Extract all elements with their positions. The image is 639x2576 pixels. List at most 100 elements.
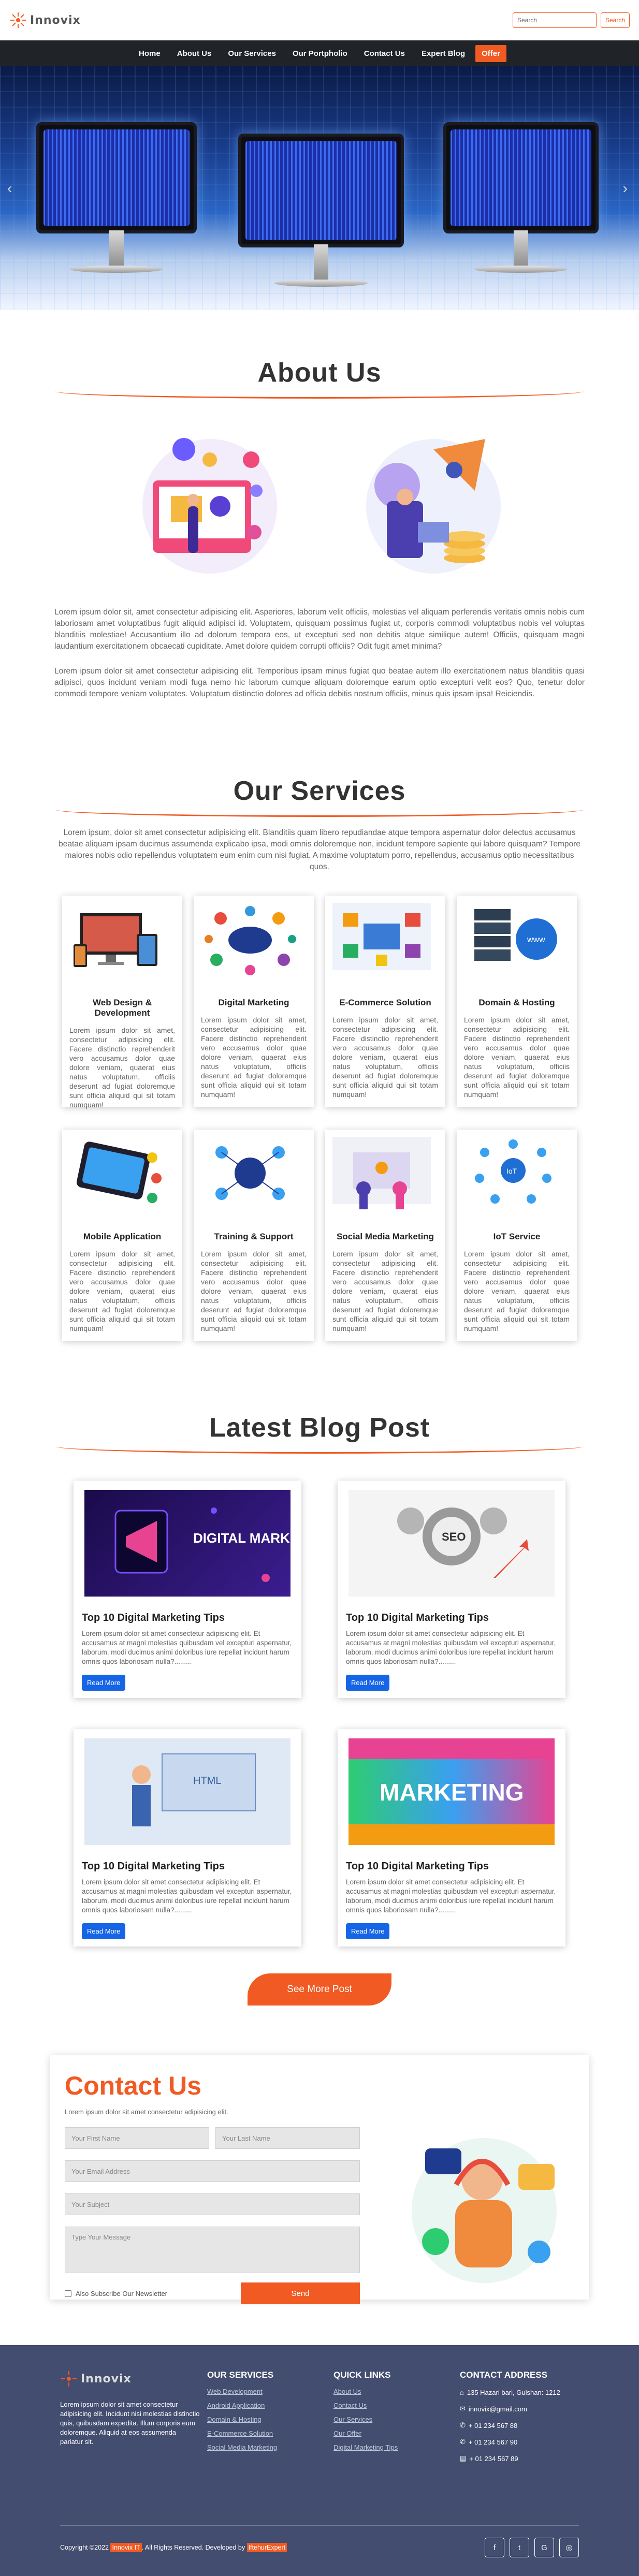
message-field[interactable]: Type Your Message: [65, 2227, 360, 2273]
footer-about: Innovix Lorem ipsum dolor sit amet conse…: [60, 2370, 200, 2463]
footer-quick-link[interactable]: Contact Us: [333, 2402, 453, 2409]
search-input[interactable]: [513, 12, 597, 28]
facebook-icon[interactable]: f: [485, 2538, 504, 2557]
service-title: Domain & Hosting: [478, 998, 555, 1007]
footer-service-link[interactable]: Android Application: [207, 2402, 326, 2409]
last-name-field[interactable]: Your Last Name: [215, 2127, 360, 2149]
read-more-button[interactable]: Read More: [346, 1923, 390, 1939]
nav-home[interactable]: Home: [133, 45, 167, 62]
service-title: Training & Support: [214, 1232, 294, 1241]
footer-phone[interactable]: ✆ + 01 234 567 88: [460, 2421, 579, 2429]
footer-columns: Innovix Lorem ipsum dolor sit amet conse…: [60, 2370, 579, 2463]
social-links: f t G ◎: [485, 2538, 579, 2557]
see-more-post-button[interactable]: See More Post: [248, 1973, 391, 2006]
footer-quick-link[interactable]: Digital Marketing Tips: [333, 2443, 453, 2451]
footer-contact-heading: CONTACT ADDRESS: [460, 2370, 548, 2380]
read-more-button[interactable]: Read More: [346, 1675, 390, 1691]
nav-offer[interactable]: Offer: [475, 45, 506, 62]
footer-quick-link[interactable]: About Us: [333, 2388, 453, 2395]
nav-blog[interactable]: Expert Blog: [415, 45, 471, 62]
service-card-web-design[interactable]: Web Design & Development Lorem ipsum dol…: [62, 896, 182, 1109]
blog-post-title[interactable]: Top 10 Digital Marketing Tips: [346, 1612, 557, 1624]
newsletter-option[interactable]: Also Subscribe Our Newsletter: [65, 2290, 167, 2297]
footer-quick-link[interactable]: Our Services: [333, 2416, 453, 2423]
twitter-icon[interactable]: t: [510, 2538, 529, 2557]
service-text: Lorem ipsum dolor sit amet, consectetur …: [464, 1250, 570, 1333]
instagram-icon[interactable]: ◎: [559, 2538, 579, 2557]
contact-form: Contact Us Lorem ipsum dolor sit amet co…: [65, 2071, 360, 2304]
send-button[interactable]: Send: [241, 2282, 360, 2304]
service-text: Lorem ipsum dolor sit amet, consectetur …: [201, 1016, 307, 1099]
footer-service-link[interactable]: Web Development: [207, 2388, 326, 2395]
subject-field[interactable]: Your Subject: [65, 2193, 360, 2215]
service-title: Web Design & Development: [93, 998, 152, 1018]
blog-section: Latest Blog Post DIGITAL MARKETING Top 1…: [0, 1341, 639, 2006]
about-text: Lorem ipsum dolor sit, amet consectetur …: [54, 607, 585, 700]
title-underline: [55, 1446, 584, 1454]
blog-post-title[interactable]: Top 10 Digital Marketing Tips: [82, 1861, 293, 1872]
copyright-text: Copyright ©2022 Innovix IT. All Rights R…: [60, 2543, 287, 2552]
blog-card: DIGITAL MARKETING Top 10 Digital Marketi…: [74, 1481, 301, 1698]
blog-image-text: DIGITAL MARKETING: [193, 1530, 291, 1546]
read-more-button[interactable]: Read More: [82, 1675, 126, 1691]
footer-service-link[interactable]: Domain & Hosting: [207, 2416, 326, 2423]
nav-about[interactable]: About Us: [171, 45, 218, 62]
service-title: IoT Service: [493, 1232, 541, 1241]
about-illustrations: [0, 429, 639, 580]
footer-email[interactable]: ✉ innovix@gmail.com: [460, 2405, 579, 2413]
google-icon[interactable]: G: [534, 2538, 554, 2557]
logo-mark-icon: [61, 2371, 77, 2387]
hero-next-arrow-icon[interactable]: ›: [623, 180, 628, 197]
services-section: Our Services Lorem ipsum, dolor sit amet…: [0, 713, 639, 1341]
blog-post-title[interactable]: Top 10 Digital Marketing Tips: [346, 1861, 557, 1872]
nav-portfolio[interactable]: Our Portpholio: [286, 45, 354, 62]
footer-phone[interactable]: ✆ + 01 234 567 90: [460, 2438, 579, 2446]
service-card-ecommerce[interactable]: E-Commerce Solution Lorem ipsum dolor si…: [325, 896, 445, 1107]
service-card-iot[interactable]: IoT IoT Service Lorem ipsum dolor sit am…: [457, 1130, 577, 1341]
contact-subtitle: Lorem ipsum dolor sit amet consectetur a…: [65, 2108, 228, 2116]
svg-text:IoT: IoT: [506, 1167, 517, 1175]
brand-name: Innovix: [30, 13, 81, 27]
service-card-social-media[interactable]: Social Media Marketing Lorem ipsum dolor…: [325, 1130, 445, 1341]
hero-monitor-center: [238, 134, 404, 287]
nav-contact[interactable]: Contact Us: [358, 45, 411, 62]
service-text: Lorem ipsum dolor sit amet, consectetur …: [201, 1250, 307, 1333]
footer-service-link[interactable]: Social Media Marketing: [207, 2443, 326, 2451]
footer-bottom-bar: Copyright ©2022 Innovix IT. All Rights R…: [60, 2538, 579, 2557]
services-grid: Web Design & Development Lorem ipsum dol…: [54, 896, 585, 1341]
service-card-digital-marketing[interactable]: Digital Marketing Lorem ipsum dolor sit …: [194, 896, 314, 1107]
copyright-brand[interactable]: Innovix IT: [110, 2543, 142, 2552]
html-developer-icon: HTML: [132, 1753, 256, 1826]
footer-logo[interactable]: Innovix: [60, 2370, 200, 2388]
marketing-illustration: [142, 438, 277, 574]
service-title: Mobile Application: [83, 1232, 162, 1241]
search-button[interactable]: Search: [601, 12, 630, 28]
footer-divider: [60, 2525, 579, 2526]
web-devices-image: [74, 913, 157, 967]
developer-link[interactable]: IftehurExpert: [246, 2543, 287, 2552]
footer-services: OUR SERVICES Web Development Android App…: [207, 2370, 326, 2463]
footer-service-link[interactable]: E-Commerce Solution: [207, 2429, 326, 2437]
newsletter-checkbox[interactable]: [65, 2290, 71, 2297]
blog-post-title[interactable]: Top 10 Digital Marketing Tips: [82, 1612, 293, 1624]
blog-post-excerpt: Lorem ipsum dolor sit amet consectetur a…: [82, 1878, 292, 1914]
service-card-training[interactable]: Training & Support Lorem ipsum dolor sit…: [194, 1130, 314, 1341]
footer-phone[interactable]: ▤ + 01 234 567 89: [460, 2454, 579, 2463]
service-card-domain-hosting[interactable]: www Domain & Hosting Lorem ipsum dolor s…: [457, 896, 577, 1107]
brand-logo[interactable]: Innovix: [9, 11, 81, 29]
footer-quick-link[interactable]: Our Offer: [333, 2429, 453, 2437]
read-more-button[interactable]: Read More: [82, 1923, 126, 1939]
copyright-middle: . All Rights Reserved. Developed by: [141, 2544, 245, 2551]
blog-image-text: MARKETING: [380, 1779, 524, 1806]
ecommerce-image: [332, 903, 431, 970]
phone-text: + 01 234 567 90: [468, 2438, 518, 2446]
blog-card: HTML Top 10 Digital Marketing Tips Lorem…: [74, 1729, 301, 1946]
service-title: E-Commerce Solution: [339, 998, 431, 1007]
service-card-mobile-app[interactable]: Mobile Application Lorem ipsum dolor sit…: [62, 1130, 182, 1341]
hero-prev-arrow-icon[interactable]: ‹: [7, 180, 12, 197]
email-field[interactable]: Your Email Address: [65, 2160, 360, 2182]
first-name-field[interactable]: Your First Name: [65, 2127, 209, 2149]
training-image: [215, 1146, 285, 1200]
copyright-prefix: Copyright ©2022: [60, 2544, 109, 2551]
nav-services[interactable]: Our Services: [222, 45, 282, 62]
